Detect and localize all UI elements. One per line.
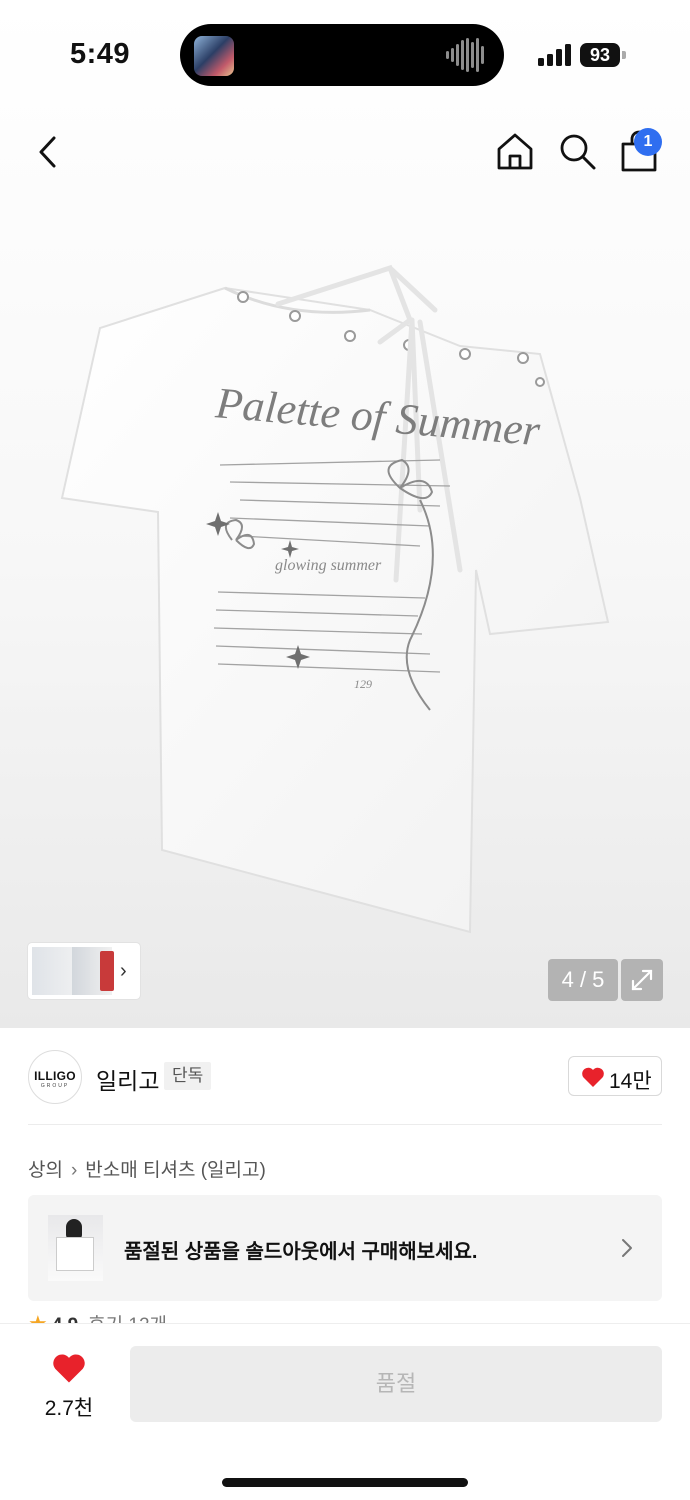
wishlist-count: 2.7천	[44, 1397, 94, 1420]
print-number: 129	[354, 677, 372, 691]
exclusive-badge: 단독	[164, 1062, 212, 1090]
cart-count-badge: 1	[634, 128, 662, 156]
product-image-tshirt[interactable]: Palette of Summer glowing summer 129	[40, 250, 640, 950]
now-playing-artwork	[194, 36, 234, 76]
battery-tip	[622, 51, 626, 59]
heart-icon	[53, 1354, 85, 1383]
back-chevron-icon[interactable]	[28, 130, 68, 174]
brand-logo-text: ILLIGO	[34, 1069, 76, 1083]
chevron-right-icon: ›	[120, 960, 127, 982]
brand-logo[interactable]: ILLIGO GROUP	[28, 1050, 82, 1104]
product-gallery[interactable]: 5:49 93 1 Palette of Summer glowing summ…	[0, 0, 690, 1028]
battery-icon: 93	[580, 43, 620, 67]
bottom-action-bar: 2.7천 품절	[0, 1323, 690, 1500]
model-shirt	[56, 1237, 94, 1271]
soldout-product-thumbnail	[48, 1215, 103, 1281]
heart-icon	[582, 1067, 604, 1087]
chevron-right-icon: ›	[70, 1160, 78, 1181]
breadcrumb-subcategory[interactable]: 반소매 티셔츠 (일리고)	[85, 1160, 266, 1181]
cellular-signal-icon	[538, 44, 571, 66]
home-icon[interactable]	[494, 130, 536, 172]
brand-logo-subtext: GROUP	[40, 1083, 70, 1089]
wishlist-button[interactable]: 2.7천	[30, 1348, 108, 1420]
soldout-purchase-button[interactable]: 품절	[130, 1346, 662, 1422]
status-time: 5:49	[70, 38, 131, 70]
breadcrumb: 상의 › 반소매 티셔츠 (일리고)	[28, 1155, 266, 1182]
print-subtitle: glowing summer	[275, 557, 382, 574]
brand-name[interactable]: 일리고	[96, 1062, 159, 1096]
dynamic-island[interactable]	[180, 24, 504, 86]
gallery-page-indicator: 4 / 5	[548, 959, 618, 1001]
section-divider	[28, 1124, 662, 1125]
search-icon[interactable]	[556, 130, 598, 172]
chevron-right-icon	[622, 1239, 632, 1257]
model-hair	[66, 1219, 82, 1239]
status-bar: 5:49 93	[0, 0, 690, 110]
thumbnail-strip[interactable]: ›	[28, 943, 140, 999]
breadcrumb-category[interactable]: 상의	[28, 1160, 63, 1181]
thumbnail-image[interactable]	[100, 951, 114, 991]
soldout-promo-banner[interactable]: 품절된 상품을 솔드아웃에서 구매해보세요.	[28, 1195, 662, 1301]
soldout-banner-text: 품절된 상품을 솔드아웃에서 구매해보세요.	[124, 1241, 478, 1263]
brand-like-button[interactable]: 14만	[568, 1056, 662, 1096]
home-indicator[interactable]	[222, 1478, 468, 1487]
expand-icon[interactable]	[621, 959, 663, 1001]
brand-like-count: 14만	[609, 1070, 652, 1093]
audio-waveform-icon	[446, 38, 484, 72]
